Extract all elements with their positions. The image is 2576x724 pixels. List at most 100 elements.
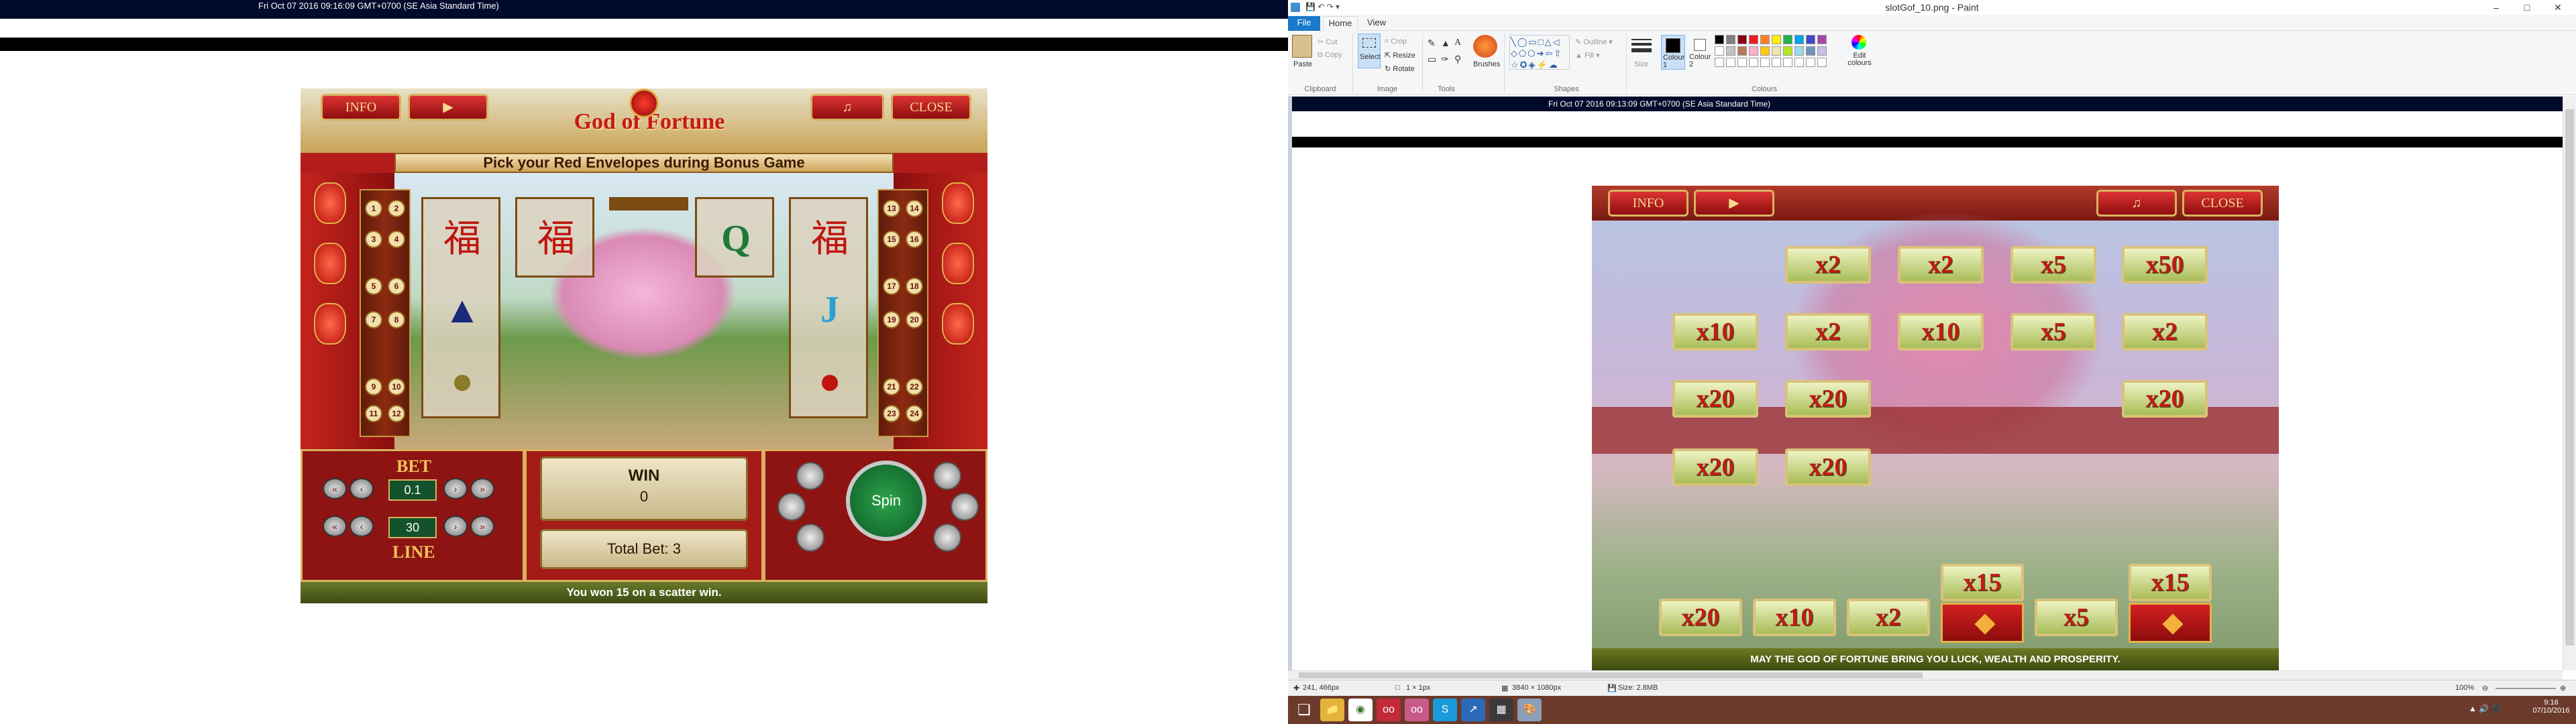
payline-coin[interactable]: 17 bbox=[883, 278, 900, 295]
payline-coin[interactable]: 2 bbox=[388, 200, 405, 217]
start-button[interactable]: ❏ bbox=[1292, 699, 1316, 721]
tab-view[interactable]: View bbox=[1360, 16, 1393, 31]
canvas-area[interactable]: Fri Oct 07 2016 09:13:09 GMT+0700 (SE As… bbox=[1288, 96, 2572, 670]
skype-icon[interactable]: S bbox=[1433, 699, 1457, 721]
horizontal-scroll-thumb[interactable] bbox=[1299, 672, 1923, 678]
tab-home[interactable]: Home bbox=[1323, 16, 1358, 31]
help-button[interactable] bbox=[951, 493, 979, 521]
colour-swatch[interactable] bbox=[1726, 35, 1735, 44]
colour-swatch[interactable] bbox=[1817, 46, 1827, 56]
tab-file[interactable]: File bbox=[1288, 16, 1320, 31]
payline-coin[interactable]: 5 bbox=[365, 278, 382, 295]
vertical-scrollbar[interactable] bbox=[2563, 96, 2576, 670]
info-button[interactable]: INFO bbox=[321, 94, 401, 121]
paint-taskbar-icon[interactable]: 🎨 bbox=[1517, 699, 1542, 721]
multiplier-tile[interactable]: x20 bbox=[1672, 380, 1758, 418]
horizontal-scrollbar[interactable] bbox=[1288, 670, 2563, 680]
resize-button[interactable]: ⇱ Resize bbox=[1385, 51, 1415, 60]
minimize-button[interactable]: – bbox=[2481, 0, 2512, 15]
fill-bucket-icon[interactable]: ▲ bbox=[1441, 38, 1450, 48]
bonus-sound-button[interactable]: ♫ bbox=[2096, 190, 2177, 217]
bet-max-down-button[interactable]: « bbox=[323, 478, 347, 499]
spin-button[interactable]: Spin bbox=[846, 461, 926, 541]
zoom-out-button[interactable]: ⊖ bbox=[2482, 684, 2488, 692]
multiplier-tile[interactable]: x5 bbox=[2010, 313, 2096, 351]
maximize-button[interactable]: □ bbox=[2512, 0, 2542, 15]
sound-button[interactable]: ♫ bbox=[810, 94, 884, 121]
multiplier-tile[interactable]: x5 bbox=[2010, 246, 2096, 284]
brushes-button[interactable]: Brushes bbox=[1473, 60, 1500, 68]
colour-swatch[interactable] bbox=[1772, 35, 1781, 44]
colour-swatch[interactable] bbox=[1806, 35, 1815, 44]
payline-coin[interactable]: 14 bbox=[906, 200, 923, 217]
custom-colour-slot[interactable] bbox=[1817, 58, 1827, 67]
cut-button[interactable]: ✂ Cut bbox=[1318, 38, 1337, 46]
colour-swatch[interactable] bbox=[1749, 46, 1758, 56]
colour-swatch[interactable] bbox=[1737, 35, 1747, 44]
copy-button[interactable]: ⧉ Copy bbox=[1318, 51, 1342, 60]
chrome-icon[interactable]: ◉ bbox=[1348, 699, 1373, 721]
bet-up-button[interactable]: › bbox=[443, 478, 468, 499]
payline-coin[interactable]: 13 bbox=[883, 200, 900, 217]
bet-max-up-button[interactable]: » bbox=[470, 478, 494, 499]
turbo-button[interactable] bbox=[796, 524, 824, 552]
multiplier-tile[interactable]: x10 bbox=[1672, 313, 1758, 351]
custom-colour-slot[interactable] bbox=[1749, 58, 1758, 67]
colour-swatch[interactable] bbox=[1760, 35, 1770, 44]
colour-swatch[interactable] bbox=[1794, 46, 1804, 56]
colour-swatch[interactable] bbox=[1817, 35, 1827, 44]
multiplier-tile[interactable]: x20 bbox=[1672, 448, 1758, 486]
colour2-button[interactable]: Colour 2 bbox=[1688, 35, 1712, 70]
select-button[interactable]: Select bbox=[1358, 34, 1381, 68]
custom-colour-slot[interactable] bbox=[1760, 58, 1770, 67]
clock[interactable]: 9:16 07/10/2016 bbox=[2529, 699, 2573, 715]
multiplier-tile[interactable]: x2 bbox=[1898, 246, 1984, 284]
stop-button[interactable] bbox=[933, 524, 961, 552]
payline-coin[interactable]: 11 bbox=[365, 405, 382, 422]
line-up-button[interactable]: › bbox=[443, 516, 468, 537]
custom-colour-slot[interactable] bbox=[1737, 58, 1747, 67]
app-dark-icon[interactable]: ▦ bbox=[1489, 699, 1513, 721]
payline-coin[interactable]: 1 bbox=[365, 200, 382, 217]
color-picker-icon[interactable]: ✑ bbox=[1441, 54, 1449, 65]
custom-colour-slot[interactable] bbox=[1772, 58, 1781, 67]
shapes-gallery[interactable]: ╲◯▭□△◁ ◇⬠⬡➔⇦⇧ ☆✪◈⚡☁ bbox=[1509, 35, 1570, 70]
colour-swatch[interactable] bbox=[1806, 46, 1815, 56]
colour-swatch[interactable] bbox=[1783, 46, 1792, 56]
file-explorer-icon[interactable]: 📁 bbox=[1320, 699, 1344, 721]
bonus-info-button[interactable]: INFO bbox=[1608, 190, 1688, 217]
fill-dropdown[interactable]: ▲ Fill ▾ bbox=[1575, 51, 1600, 60]
multiplier-tile[interactable]: x20 bbox=[2122, 380, 2208, 418]
payline-coin[interactable]: 20 bbox=[906, 311, 923, 328]
app-oo-icon[interactable]: oo bbox=[1377, 699, 1401, 721]
app-blue-icon[interactable]: ↗ bbox=[1461, 699, 1485, 721]
settings-button[interactable] bbox=[777, 493, 806, 521]
paytable-button[interactable]: ▶ bbox=[408, 94, 488, 121]
bonus-close-button[interactable]: CLOSE bbox=[2182, 190, 2263, 217]
colour-swatch[interactable] bbox=[1749, 35, 1758, 44]
colour-swatch[interactable] bbox=[1772, 46, 1781, 56]
payline-coin[interactable]: 12 bbox=[388, 405, 405, 422]
multiplier-tile[interactable]: x2 bbox=[1785, 246, 1871, 284]
zoom-slider[interactable] bbox=[2496, 688, 2556, 689]
payline-coin[interactable]: 22 bbox=[906, 378, 923, 396]
colour-swatch[interactable] bbox=[1760, 46, 1770, 56]
bet-down-button[interactable]: ‹ bbox=[350, 478, 374, 499]
window-close-button[interactable]: ✕ bbox=[2542, 0, 2573, 15]
pencil-icon[interactable]: ✎ bbox=[1428, 38, 1436, 49]
auto-spin-button[interactable] bbox=[796, 462, 824, 490]
text-tool-icon[interactable]: A bbox=[1454, 38, 1461, 48]
eraser-icon[interactable]: ▭ bbox=[1428, 54, 1436, 65]
vertical-scroll-thumb[interactable] bbox=[2565, 109, 2574, 646]
payline-coin[interactable]: 4 bbox=[388, 231, 405, 248]
colour-swatch[interactable] bbox=[1783, 35, 1792, 44]
payline-coin[interactable]: 19 bbox=[883, 311, 900, 328]
multiplier-tile[interactable]: x10 bbox=[1898, 313, 1984, 351]
crop-button[interactable]: ⌗ Crop bbox=[1385, 38, 1407, 46]
multiplier-tile[interactable]: x20 bbox=[1785, 448, 1871, 486]
colour-swatch[interactable] bbox=[1794, 35, 1804, 44]
zoom-in-button[interactable]: ⊕ bbox=[2560, 684, 2566, 692]
payline-coin[interactable]: 23 bbox=[883, 405, 900, 422]
colour-swatch[interactable] bbox=[1737, 46, 1747, 56]
multiplier-tile[interactable]: x2 bbox=[2122, 313, 2208, 351]
